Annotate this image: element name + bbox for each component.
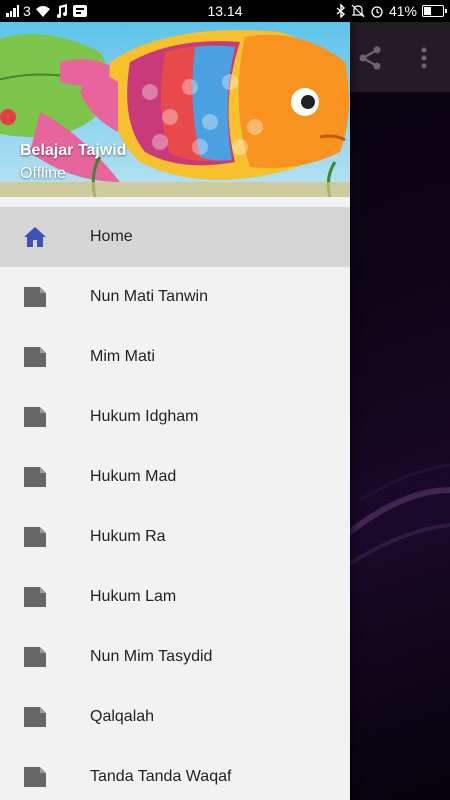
page-icon — [24, 467, 46, 487]
menu-item-label: Nun Mim Tasydid — [90, 648, 213, 665]
battery-percent: 41% — [388, 3, 417, 19]
drawer-subtitle: Offline — [20, 165, 66, 182]
menu-item-label: Hukum Mad — [90, 468, 177, 485]
menu-item-nun-mati-tanwin[interactable]: Nun Mati Tanwin — [0, 267, 350, 327]
menu-item-label: Hukum Ra — [90, 528, 166, 545]
menu-item-hukum-lam[interactable]: Hukum Lam — [0, 567, 350, 627]
drawer-title: Belajar Tajwid — [20, 142, 127, 159]
page-icon — [24, 587, 46, 607]
more-options-icon[interactable] — [412, 44, 436, 72]
page-icon — [24, 527, 46, 547]
page-icon — [24, 407, 46, 427]
menu-item-label: Hukum Idgham — [90, 408, 199, 425]
menu-item-label: Hukum Lam — [90, 588, 177, 605]
page-icon — [24, 707, 46, 727]
page-icon — [24, 347, 46, 367]
menu-item-tanda-tanda-waqaf[interactable]: Tanda Tanda Waqaf — [0, 747, 350, 800]
battery-icon — [422, 5, 447, 17]
menu-item-nun-mim-tasydid[interactable]: Nun Mim Tasydid — [0, 627, 350, 687]
status-right: 41% — [336, 3, 447, 19]
page-icon — [24, 287, 46, 307]
menu-item-qalqalah[interactable]: Qalqalah — [0, 687, 350, 747]
menu-item-label: Mim Mati — [90, 348, 155, 365]
menu-item-label: Home — [90, 228, 133, 245]
home-icon — [24, 227, 46, 247]
menu-item-hukum-ra[interactable]: Hukum Ra — [0, 507, 350, 567]
menu-item-mim-mati[interactable]: Mim Mati — [0, 327, 350, 387]
menu-item-hukum-idgham[interactable]: Hukum Idgham — [0, 387, 350, 447]
share-icon[interactable] — [356, 44, 384, 72]
drawer-header: Belajar Tajwid Offline — [0, 22, 350, 197]
menu-item-home[interactable]: Home — [0, 207, 350, 267]
menu-item-hukum-mad[interactable]: Hukum Mad — [0, 447, 350, 507]
alarm-icon — [371, 6, 383, 18]
mute-bell-icon — [351, 4, 365, 18]
status-bar: 3 13.14 41% — [0, 0, 450, 22]
drawer-menu: Home Nun Mati Tanwin Mim Mati Hukum Idgh… — [0, 207, 350, 800]
page-icon — [24, 767, 46, 787]
menu-item-label: Qalqalah — [90, 708, 155, 725]
menu-item-label: Nun Mati Tanwin — [90, 288, 208, 305]
menu-item-label: Tanda Tanda Waqaf — [90, 768, 232, 785]
bluetooth-icon — [336, 4, 345, 18]
page-icon — [24, 647, 46, 667]
navigation-drawer: Belajar Tajwid Offline Home Nun Mati Tan… — [0, 22, 350, 800]
background-streaks — [340, 463, 450, 572]
